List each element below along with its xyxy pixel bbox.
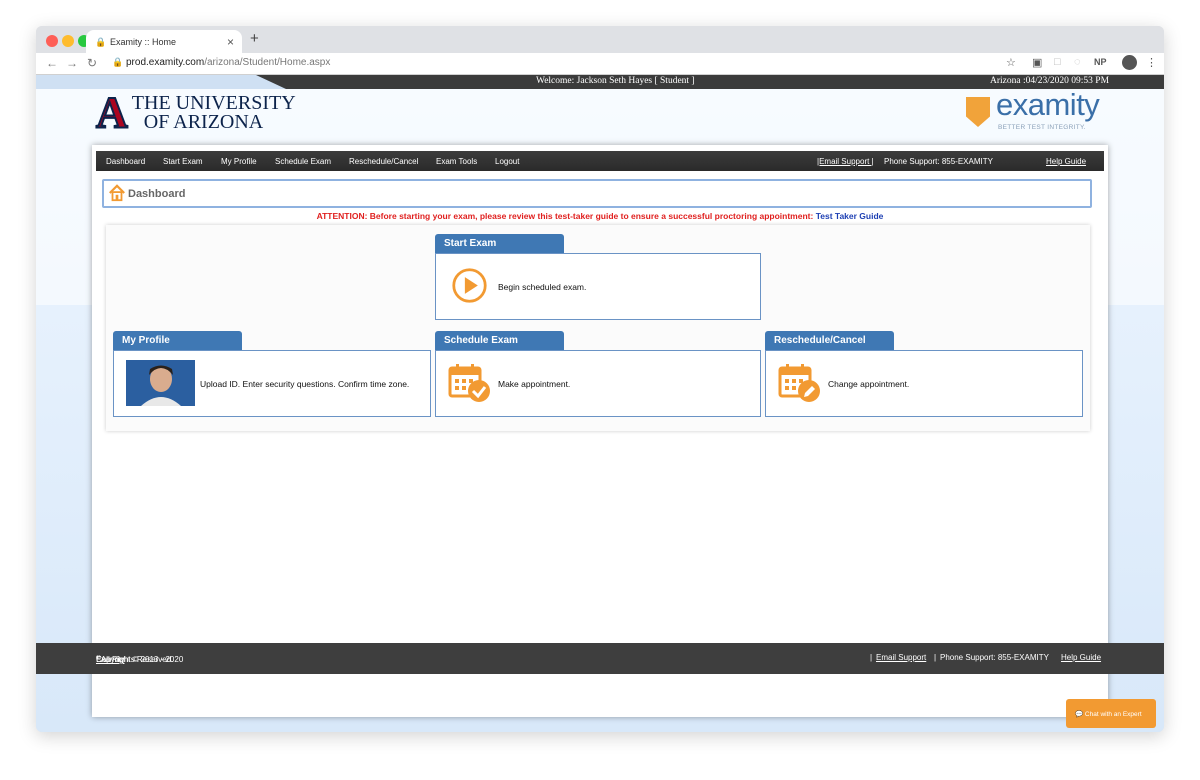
- forward-icon[interactable]: →: [66, 56, 78, 70]
- minimize-window-button[interactable]: [62, 35, 74, 47]
- chat-bubble-icon: 💬: [1075, 711, 1085, 718]
- menu-dashboard[interactable]: Dashboard: [106, 157, 145, 166]
- welcome-text: Welcome: Jackson Seth Hayes [ Student ]: [536, 76, 695, 86]
- reschedule-header[interactable]: Reschedule/Cancel: [765, 331, 894, 350]
- chat-with-expert-button[interactable]: 💬 Chat with an Expert: [1066, 699, 1156, 728]
- profile-photo: [126, 360, 195, 406]
- tab-title: Examity :: Home: [110, 37, 177, 47]
- menu-help-guide[interactable]: Help Guide: [1046, 157, 1086, 166]
- datetime-text: Arizona :04/23/2020 09:53 PM: [990, 76, 1110, 86]
- dashboard-board: Start Exam Begin scheduled exam. My Prof…: [106, 225, 1090, 431]
- profile-avatar[interactable]: [1122, 55, 1137, 70]
- reload-icon[interactable]: ↻: [87, 56, 97, 70]
- browser-window: 🔒 Examity :: Home × + ← → ↻ 🔒 prod.exami…: [36, 26, 1164, 732]
- menu-kebab-icon[interactable]: ⋮: [1146, 56, 1157, 69]
- menu-phone-support: Phone Support: 855-EXAMITY: [884, 157, 993, 166]
- footer-email-support[interactable]: Email Support: [876, 653, 926, 662]
- examity-wordmark: examity: [996, 87, 1100, 122]
- close-tab-icon[interactable]: ×: [227, 35, 234, 49]
- start-exam-header[interactable]: Start Exam: [435, 234, 564, 253]
- main-panel: Dashboard Start Exam My Profile Schedule…: [92, 145, 1108, 717]
- menu-logout[interactable]: Logout: [495, 157, 519, 166]
- footer-separator: |: [934, 653, 937, 662]
- main-menu: Dashboard Start Exam My Profile Schedule…: [96, 151, 1104, 171]
- new-tab-button[interactable]: +: [250, 30, 259, 47]
- breadcrumb: Dashboard: [102, 179, 1092, 208]
- my-profile-text: Upload ID. Enter security questions. Con…: [200, 379, 410, 389]
- menu-my-profile[interactable]: My Profile: [221, 157, 257, 166]
- university-logo: A THE UNIVERSITY OF ARIZONA: [95, 88, 296, 137]
- browser-toolbar: ← → ↻ 🔒 prod.examity.com/arizona/Student…: [36, 53, 1164, 75]
- start-exam-card[interactable]: Begin scheduled exam.: [435, 253, 761, 320]
- copyright: Copyright © 2013 - 2020 Examity ® All Rig…: [96, 655, 184, 664]
- menu-start-exam[interactable]: Start Exam: [163, 157, 203, 166]
- ua-line2: OF ARIZONA: [143, 111, 264, 133]
- footer-help-guide[interactable]: Help Guide: [1061, 653, 1101, 662]
- schedule-exam-header[interactable]: Schedule Exam: [435, 331, 564, 350]
- footer: Copyright © 2013 - 2020 Examity ® All Rig…: [36, 643, 1164, 674]
- my-profile-header[interactable]: My Profile: [113, 331, 242, 350]
- footer-phone-support: Phone Support: 855-EXAMITY: [940, 653, 1049, 662]
- chat-label: Chat with an Expert: [1084, 711, 1142, 718]
- address-bar[interactable]: 🔒 prod.examity.com/arizona/Student/Home.…: [104, 55, 974, 72]
- extension-icon[interactable]: ◌: [1074, 56, 1081, 68]
- home-icon: [109, 184, 125, 202]
- reschedule-card[interactable]: Change appointment.: [765, 350, 1083, 417]
- close-window-button[interactable]: [46, 35, 58, 47]
- browser-tab[interactable]: 🔒 Examity :: Home ×: [86, 30, 242, 53]
- url-path: /arizona/Student/Home.aspx: [204, 57, 331, 68]
- attention-text: ATTENTION: Before starting your exam, pl…: [316, 211, 816, 221]
- my-profile-card[interactable]: Upload ID. Enter security questions. Con…: [113, 350, 431, 417]
- extension-icon[interactable]: ▣: [1032, 56, 1042, 69]
- extension-icon[interactable]: □: [1054, 56, 1061, 68]
- start-exam-text: Begin scheduled exam.: [498, 282, 587, 292]
- calendar-check-icon: [448, 364, 490, 402]
- menu-reschedule-cancel[interactable]: Reschedule/Cancel: [349, 157, 418, 166]
- menu-schedule-exam[interactable]: Schedule Exam: [275, 157, 331, 166]
- reschedule-text: Change appointment.: [828, 379, 910, 389]
- examity-tagline: BETTER TEST INTEGRITY.: [998, 124, 1086, 131]
- calendar-edit-icon: [778, 364, 820, 402]
- welcome-bar: Welcome: Jackson Seth Hayes [ Student ] …: [36, 75, 1164, 89]
- menu-exam-tools[interactable]: Exam Tools: [436, 157, 477, 166]
- url-host: prod.examity.com: [126, 57, 205, 68]
- schedule-exam-card[interactable]: Make appointment.: [435, 350, 761, 417]
- attention-banner: ATTENTION: Before starting your exam, pl…: [92, 211, 1108, 221]
- tab-strip: 🔒 Examity :: Home × +: [36, 26, 1164, 53]
- web-page: Welcome: Jackson Seth Hayes [ Student ] …: [36, 75, 1164, 732]
- lock-icon: 🔒: [95, 37, 107, 47]
- extension-np-icon[interactable]: NP: [1094, 57, 1107, 67]
- play-icon: [452, 268, 487, 303]
- menu-email-support[interactable]: |Email Support |: [817, 157, 874, 166]
- back-icon[interactable]: ←: [46, 56, 58, 70]
- ua-mark: A: [95, 88, 129, 137]
- page-title: Dashboard: [128, 188, 186, 200]
- lock-icon: 🔒: [112, 57, 124, 67]
- schedule-exam-text: Make appointment.: [498, 379, 571, 389]
- test-taker-guide-link[interactable]: Test Taker Guide: [816, 211, 884, 221]
- footer-separator: |: [870, 653, 873, 662]
- bookmark-star-icon[interactable]: ☆: [1006, 56, 1016, 69]
